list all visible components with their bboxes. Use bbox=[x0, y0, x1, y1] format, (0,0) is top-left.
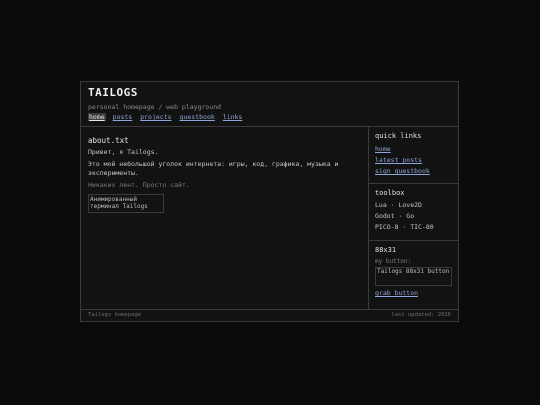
terminal-image: Анимированный терминал Tailogs bbox=[88, 194, 164, 213]
site-tagline: personal homepage / web playground bbox=[88, 103, 222, 111]
quick-link-home[interactable]: home bbox=[375, 144, 452, 155]
toolbox-section: toolbox Lua · Love2D Godot · Go PICO-8 ·… bbox=[369, 184, 458, 241]
sidebar: quick links home latest posts sign guest… bbox=[369, 127, 458, 309]
about-greeting: Привет, я Tailogs. bbox=[88, 148, 159, 156]
nav-posts[interactable]: posts bbox=[112, 113, 134, 121]
nav-projects[interactable]: projects bbox=[139, 113, 172, 121]
button-88x31-title: 88x31 bbox=[375, 246, 397, 254]
toolbox-item: PICO-8 · TIC-80 bbox=[375, 223, 434, 231]
toolbox-item: Godot · Go bbox=[375, 212, 415, 220]
site-footer: Tailogs homepage last updated: 2026 bbox=[81, 309, 458, 321]
footer-updated: last updated: 2026 bbox=[391, 312, 451, 318]
toolbox-title: toolbox bbox=[375, 189, 405, 197]
site-title: TAILOGS bbox=[88, 86, 138, 99]
quick-link-sign-guestbook[interactable]: sign guestbook bbox=[375, 166, 452, 177]
quick-links-section: quick links home latest posts sign guest… bbox=[369, 127, 458, 184]
88x31-button-image: Tailogs 88x31 button bbox=[375, 267, 452, 286]
88x31-button-alt: Tailogs 88x31 button bbox=[377, 268, 450, 275]
nav-home[interactable]: home bbox=[88, 113, 106, 121]
main-content: about.txt Привет, я Tailogs. Это мой неб… bbox=[81, 127, 369, 309]
terminal-image-alt: Анимированный терминал Tailogs bbox=[90, 196, 148, 210]
page-frame: TAILOGS personal homepage / web playgrou… bbox=[80, 81, 459, 322]
grab-button-link[interactable]: grab button bbox=[375, 288, 452, 299]
nav-links[interactable]: links bbox=[222, 113, 244, 121]
nav-guestbook[interactable]: guestbook bbox=[179, 113, 216, 121]
toolbox-item: Lua · Love2D bbox=[375, 201, 422, 209]
about-note: Никаких лент. Просто сайт. bbox=[88, 181, 190, 189]
button-88x31-section: 88x31 my button: Tailogs 88x31 button gr… bbox=[369, 241, 458, 303]
footer-left: Tailogs homepage bbox=[88, 312, 141, 318]
button-caption: my button: bbox=[375, 258, 412, 265]
site-header: TAILOGS personal homepage / web playgrou… bbox=[81, 82, 458, 127]
quick-link-latest-posts[interactable]: latest posts bbox=[375, 155, 452, 166]
main-nav: home posts projects guestbook links bbox=[88, 113, 243, 121]
about-heading: about.txt bbox=[88, 136, 129, 145]
quick-links-title: quick links bbox=[375, 132, 422, 140]
about-description: Это мой небольшой уголок интернета: игры… bbox=[88, 160, 339, 177]
